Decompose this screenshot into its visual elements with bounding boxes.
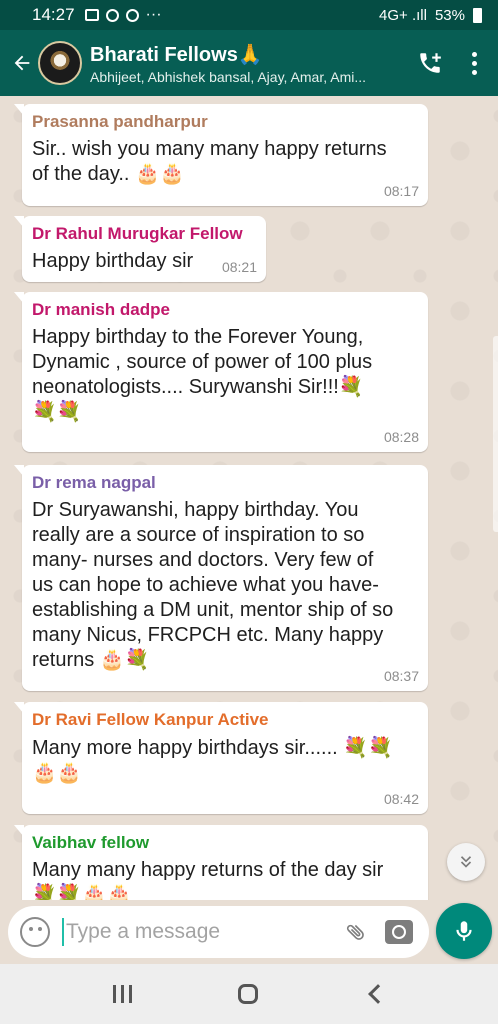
chat-title: Bharati Fellows🙏 xyxy=(90,43,263,66)
message-sender: Prasanna pandharpur xyxy=(32,112,208,131)
message-input[interactable] xyxy=(66,920,341,944)
message-text: Dr Suryawanshi, happy birthday. You real… xyxy=(32,499,394,671)
chrome-icon xyxy=(125,8,139,22)
message-text: Many more happy birthdays sir...... 💐💐 🎂… xyxy=(32,737,394,784)
microphone-button[interactable] xyxy=(436,903,492,959)
message-bubble[interactable]: Dr rema nagpal Dr Suryawanshi, happy bir… xyxy=(14,465,428,691)
chat-title-area[interactable]: Bharati Fellows🙏 Abhijeet, Abhishek bans… xyxy=(90,42,400,85)
message-time: 08:42 xyxy=(383,791,419,807)
message-bubble[interactable]: Dr Ravi Fellow Kanpur Active Many more h… xyxy=(14,702,428,814)
group-avatar[interactable] xyxy=(38,41,82,85)
system-nav-bar xyxy=(0,964,498,1024)
emoji-icon[interactable] xyxy=(20,917,50,947)
more-notifications-icon: ··· xyxy=(145,6,162,23)
paperclip-icon[interactable] xyxy=(335,911,377,953)
message-list[interactable]: Prasanna pandharpur Sir.. wish you many … xyxy=(0,96,498,900)
status-bar: 14:27 ··· 4G+ .ıll 53% xyxy=(0,0,498,30)
microphone-icon xyxy=(456,921,472,941)
battery-icon xyxy=(473,7,482,23)
message-sender: Dr manish dadpe xyxy=(32,300,170,319)
message-text: Happy birthday to the Forever Young, Dyn… xyxy=(32,326,373,423)
message-sender: Dr rema nagpal xyxy=(32,473,156,492)
back-arrow-icon[interactable] xyxy=(4,45,40,81)
home-icon[interactable] xyxy=(238,984,259,1004)
message-time: 08:17 xyxy=(383,183,419,199)
message-bubble[interactable]: Dr Rahul Murugkar Fellow Happy birthday … xyxy=(14,216,266,282)
message-sender: Vaibhav fellow xyxy=(32,833,150,852)
battery-level: 53% xyxy=(434,6,465,24)
composer xyxy=(0,900,498,964)
text-cursor xyxy=(62,918,64,946)
status-time: 14:27 xyxy=(32,5,75,24)
message-bubble[interactable]: Vaibhav fellow Many many happy returns o… xyxy=(14,825,428,900)
message-text: Many many happy returns of the day sir 💐… xyxy=(32,859,384,900)
recents-icon[interactable] xyxy=(113,985,133,1003)
network-icon: 4G+ .ıll xyxy=(379,6,427,24)
double-chevron-down-icon xyxy=(460,856,472,868)
message-sender: Dr Ravi Fellow Kanpur Active xyxy=(32,710,269,729)
edge-panel-handle[interactable] xyxy=(493,336,498,532)
camera-icon[interactable] xyxy=(385,920,413,944)
chat-header: Bharati Fellows🙏 Abhijeet, Abhishek bans… xyxy=(0,30,498,96)
gallery-icon xyxy=(84,9,99,21)
message-input-container xyxy=(8,906,429,958)
message-time: 08:21 xyxy=(221,259,257,275)
scroll-to-bottom-button[interactable] xyxy=(447,843,485,881)
message-bubble[interactable]: Prasanna pandharpur Sir.. wish you many … xyxy=(14,104,428,206)
add-call-icon[interactable] xyxy=(412,45,448,81)
message-sender: Dr Rahul Murugkar Fellow xyxy=(32,224,243,243)
chat-participants: Abhijeet, Abhishek bansal, Ajay, Amar, A… xyxy=(90,68,367,85)
message-text: Sir.. wish you many many happy returns o… xyxy=(32,138,387,185)
whatsapp-icon xyxy=(105,8,119,22)
more-options-icon[interactable] xyxy=(456,45,492,81)
back-icon[interactable] xyxy=(367,984,388,1004)
message-bubble[interactable]: Dr manish dadpe Happy birthday to the Fo… xyxy=(14,292,428,452)
message-time: 08:28 xyxy=(383,429,419,445)
message-time: 08:37 xyxy=(383,668,419,684)
